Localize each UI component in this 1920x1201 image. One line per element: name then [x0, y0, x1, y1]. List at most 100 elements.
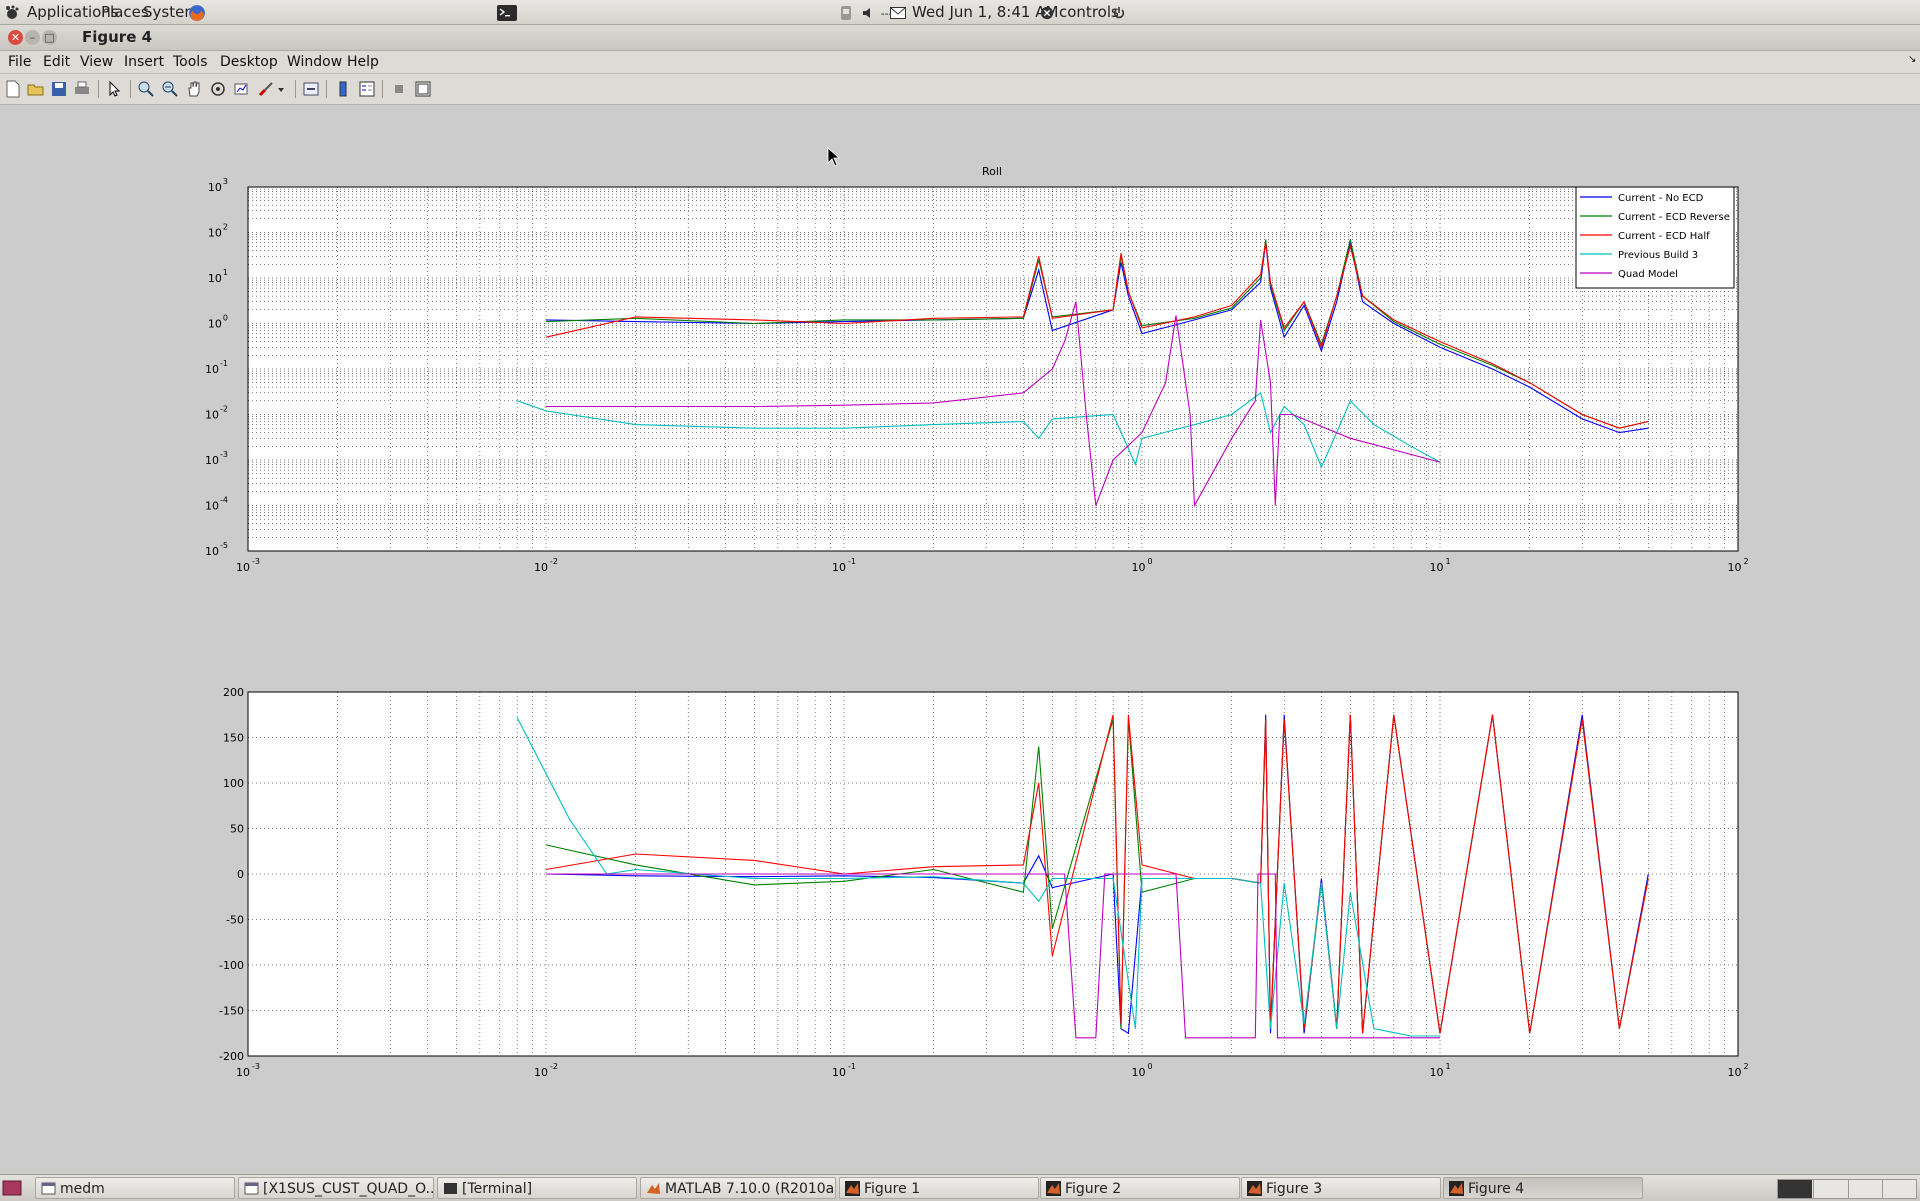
- task-medm[interactable]: medm: [35, 1177, 235, 1199]
- window-titlebar[interactable]: ✕ – □ Figure 4: [0, 25, 1920, 51]
- menu-insert[interactable]: Insert: [124, 54, 164, 70]
- magnitude-xtick-label: 10 2: [1727, 557, 1748, 574]
- task-label: Figure 4: [1468, 1181, 1525, 1197]
- menu-edit[interactable]: Edit: [43, 54, 70, 70]
- task-label: Figure 2: [1065, 1181, 1122, 1197]
- phase-xtick-label: 10 1: [1429, 1062, 1450, 1079]
- magnitude-axes[interactable]: 10 -3 10 -2 10 -1 10 0 10 1 10 210-510-410-310-210-…: [205, 165, 1749, 574]
- magnitude-ytick-exp: -5: [220, 541, 228, 550]
- magnitude-xtick-label: 10 1: [1429, 557, 1450, 574]
- open-file-icon[interactable]: [27, 80, 45, 98]
- brush-dropdown-arrow-icon[interactable]: [276, 80, 286, 98]
- magnitude-xtick-exp: -2: [550, 557, 558, 566]
- phase-ytick-label: -100: [219, 959, 244, 972]
- user-status-icon[interactable]: [1040, 2, 1054, 22]
- terminal-launcher-icon[interactable]: [497, 2, 517, 22]
- gnome-foot-icon[interactable]: [4, 2, 20, 22]
- menu-desktop[interactable]: Desktop: [220, 54, 278, 70]
- figure-canvas[interactable]: 10 -3 10 -2 10 -1 10 0 10 1 10 2 10-5 10-4 10-3 10-2 10-…: [0, 105, 1920, 1174]
- toolbar-separator: [98, 80, 99, 98]
- magnitude-ytick-label: 101: [208, 268, 228, 285]
- workspace-switcher[interactable]: [1777, 1179, 1917, 1199]
- show-desktop-icon[interactable]: [2, 1179, 22, 1197]
- workspace-1[interactable]: [1778, 1180, 1812, 1198]
- rotate-3d-icon[interactable]: [209, 80, 227, 98]
- window-icon: [244, 1182, 259, 1195]
- save-icon[interactable]: [50, 80, 68, 98]
- task-figure-1[interactable]: Figure 1: [839, 1177, 1039, 1199]
- legend[interactable]: Current - No ECD Current - ECD Reverse Cur…: [1575, 186, 1735, 289]
- window-title: Figure 4: [82, 28, 153, 46]
- phase-xtick-label: 10 2: [1727, 1062, 1748, 1079]
- window-maximize-button[interactable]: □: [42, 30, 57, 45]
- menu-file[interactable]: File: [8, 54, 31, 70]
- toolbar-separator: [326, 80, 327, 98]
- phase-ytick-label: 150: [223, 732, 244, 745]
- legend-entry: Current - No ECD: [1618, 193, 1704, 204]
- menu-window[interactable]: Window: [287, 54, 342, 70]
- user-name[interactable]: controls: [1059, 2, 1119, 22]
- magnitude-ytick-exp: 2: [223, 223, 228, 232]
- edit-plot-icon[interactable]: [106, 80, 124, 98]
- phase-xtick-base: 10: [832, 1066, 846, 1079]
- power-icon[interactable]: [1112, 2, 1126, 22]
- magnitude-ytick-base: 10: [205, 363, 219, 376]
- magnitude-xtick-exp: 0: [1147, 557, 1152, 566]
- print-icon[interactable]: [73, 80, 91, 98]
- magnitude-ytick-label: 10-1: [205, 359, 228, 376]
- menu-dock-arrow-icon[interactable]: ↘: [1908, 54, 1916, 65]
- task-terminal[interactable]: [Terminal]: [437, 1177, 637, 1199]
- hide-plot-tools-icon[interactable]: [390, 80, 408, 98]
- phase-xtick-base: 10: [236, 1066, 250, 1079]
- brush-icon[interactable]: [257, 80, 275, 98]
- zoom-in-icon[interactable]: [137, 80, 155, 98]
- phase-xtick-exp: -2: [550, 1062, 558, 1071]
- clock[interactable]: Wed Jun 1, 8:41 AM: [912, 2, 1058, 22]
- phase-ytick-label: 0: [237, 868, 244, 881]
- volume-icon[interactable]: ---: [862, 2, 893, 22]
- legend-icon[interactable]: [358, 80, 376, 98]
- phase-axes[interactable]: 10 -3 10 -2 10 -1 10 0 10 1 10 2200150100500-50-100…: [219, 686, 1749, 1079]
- data-cursor-icon[interactable]: [233, 80, 251, 98]
- new-figure-icon[interactable]: [4, 80, 22, 98]
- magnitude-ytick-base: 10: [205, 500, 219, 513]
- mail-icon[interactable]: [890, 2, 906, 22]
- link-plot-icon[interactable]: [302, 80, 320, 98]
- menu-bar: File Edit View Insert Tools Desktop Wind…: [0, 51, 1920, 74]
- magnitude-ytick-label: 102: [208, 223, 228, 240]
- colorbar-icon[interactable]: [334, 80, 352, 98]
- magnitude-ytick-label: 10-3: [205, 450, 228, 467]
- menu-help[interactable]: Help: [347, 54, 379, 70]
- window-close-button[interactable]: ✕: [8, 30, 23, 45]
- menu-tools[interactable]: Tools: [173, 54, 208, 70]
- magnitude-ytick-exp: -4: [220, 496, 228, 505]
- magnitude-ytick-exp: -1: [220, 359, 228, 368]
- magnitude-xtick-exp: -3: [252, 557, 260, 566]
- magnitude-ytick-base: 10: [208, 227, 222, 240]
- magnitude-ytick-base: 10: [205, 545, 219, 558]
- phase-xtick-label: 10 0: [1131, 1062, 1152, 1079]
- firefox-icon[interactable]: [188, 2, 206, 22]
- task-figure-4[interactable]: Figure 4: [1443, 1177, 1643, 1199]
- task-figure-2[interactable]: Figure 2: [1040, 1177, 1240, 1199]
- phase-ytick-label: 50: [230, 823, 244, 836]
- task-matlab[interactable]: MATLAB 7.10.0 (R2010a): [640, 1177, 836, 1199]
- magnitude-ytick-label: 103: [208, 177, 228, 194]
- task-x1sus[interactable]: [X1SUS_CUST_QUAD_O...: [238, 1177, 434, 1199]
- task-figure-3[interactable]: Figure 3: [1241, 1177, 1441, 1199]
- places-menu[interactable]: Places: [101, 2, 149, 22]
- magnitude-ytick-base: 10: [205, 454, 219, 467]
- top-panel: Applications Places System --- Wed Jun 1…: [0, 0, 1920, 25]
- pan-icon[interactable]: [185, 80, 203, 98]
- menu-view[interactable]: View: [80, 54, 113, 70]
- zoom-out-icon[interactable]: [161, 80, 179, 98]
- window-minimize-button[interactable]: –: [25, 30, 40, 45]
- bottom-panel: medm [X1SUS_CUST_QUAD_O... [Terminal] MA…: [0, 1174, 1920, 1201]
- task-label: Figure 1: [864, 1181, 921, 1197]
- task-label: medm: [60, 1181, 105, 1197]
- magnitude-xtick-base: 10: [1429, 561, 1443, 574]
- phase-ytick-label: 200: [223, 686, 244, 699]
- show-plot-tools-icon[interactable]: [414, 80, 432, 98]
- phase-xtick-exp: -1: [848, 1062, 856, 1071]
- network-icon[interactable]: [840, 2, 852, 22]
